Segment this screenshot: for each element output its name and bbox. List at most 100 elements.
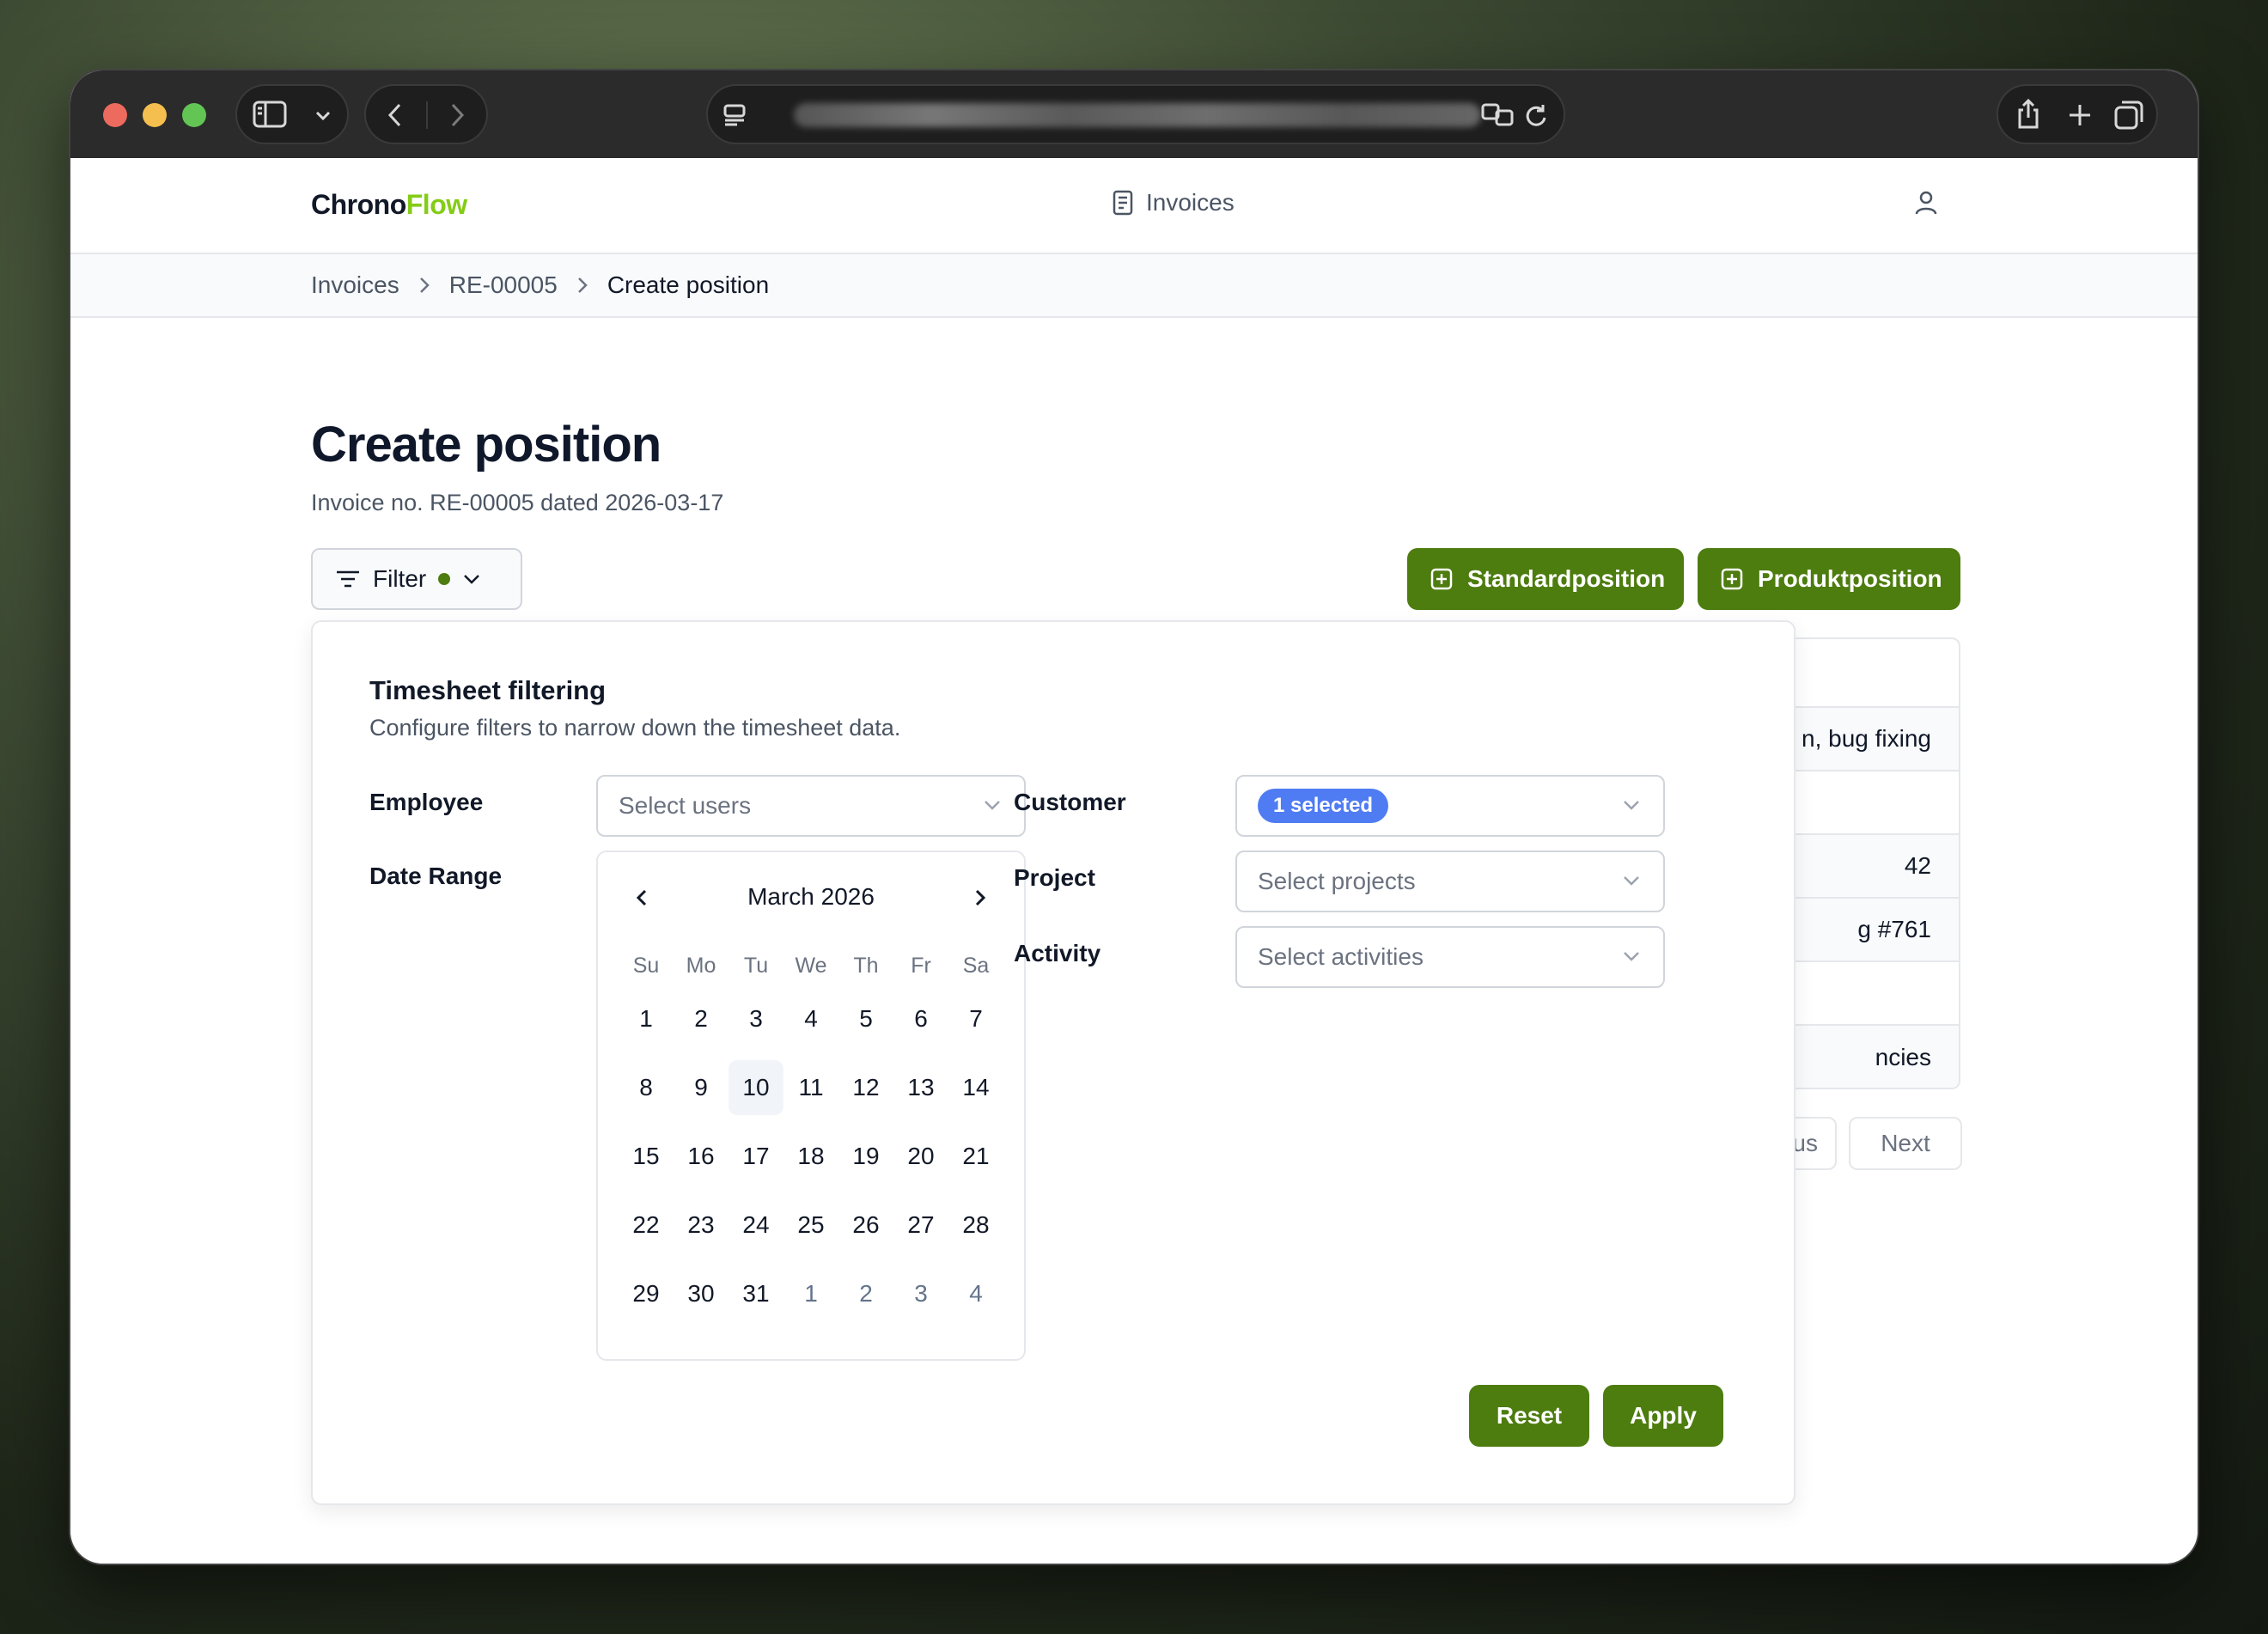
product-position-label: Produktposition [1758,565,1942,592]
calendar-day[interactable]: 10 [729,1060,783,1115]
calendar-day[interactable]: 12 [838,1060,893,1115]
calendar-day[interactable]: 3 [729,991,783,1046]
calendar-day[interactable]: 11 [783,1060,838,1115]
customer-selected-badge: 1 selected [1258,789,1389,823]
history-navigation [364,84,488,144]
calendar-day[interactable]: 6 [893,991,948,1046]
translate-icon[interactable] [1481,102,1515,128]
breadcrumb-current: Create position [607,271,770,298]
chevron-down-icon[interactable] [314,110,332,122]
calendar-day-outside-month[interactable]: 1 [783,1266,838,1321]
customer-select[interactable]: 1 selected [1235,775,1665,837]
zoom-window-button[interactable] [182,103,206,127]
calendar-day[interactable]: 22 [619,1198,674,1253]
calendar-day[interactable]: 18 [783,1129,838,1184]
calendar-day[interactable]: 9 [674,1060,729,1115]
calendar-day[interactable]: 5 [838,991,893,1046]
calendar-day[interactable]: 30 [674,1266,729,1321]
calendar-day[interactable]: 17 [729,1129,783,1184]
app-logo[interactable]: ChronoFlow [311,189,467,221]
calendar-weekday-header: Su Mo Tu We Th Fr Sa [619,954,1003,991]
plus-square-icon [1721,568,1743,590]
share-icon[interactable] [2015,98,2041,131]
blurred-url [794,103,1481,127]
window-controls [103,103,206,127]
calendar-weeks: 1 2 3 4 5 6 7 8 9 10 11 12 13 14 15 16 17 18 19 20 21 22 23 24 2… [619,991,1003,1321]
new-tab-icon[interactable] [2067,102,2093,128]
calendar-day[interactable]: 19 [838,1129,893,1184]
calendar-day[interactable]: 15 [619,1129,674,1184]
next-month-button[interactable] [974,888,986,912]
calendar-day[interactable]: 28 [948,1198,1003,1253]
chevron-down-icon [985,801,1000,810]
breadcrumb-invoices[interactable]: Invoices [311,271,399,299]
employee-select[interactable]: Select users [596,775,1026,837]
weekday-label: Fr [911,954,931,978]
address-bar[interactable] [706,84,1565,144]
minimize-window-button[interactable] [143,103,167,127]
close-window-button[interactable] [103,103,127,127]
chevron-down-icon [1624,952,1639,961]
project-select[interactable]: Select projects [1235,851,1665,912]
breadcrumb-bar: Invoices RE-00005 Create position [70,254,2198,318]
filter-button-label: Filter [373,565,427,592]
user-menu-button[interactable] [1914,189,1938,221]
calendar-day[interactable]: 25 [783,1198,838,1253]
calendar-day[interactable]: 26 [838,1198,893,1253]
calendar-grid: Su Mo Tu We Th Fr Sa 1 2 3 4 5 6 7 8 9 10 11 12 13 14… [619,954,1003,1321]
calendar-week: 1234567 [619,991,1003,1046]
calendar-day[interactable]: 24 [729,1198,783,1253]
activity-label: Activity [1014,940,1101,966]
logo-text-primary: Chrono [311,189,406,220]
calendar-week: 8 9 10 11 12 13 14 [619,1060,1003,1115]
calendar-day[interactable]: 21 [948,1129,1003,1184]
add-product-position-button[interactable]: Produktposition [1698,548,1960,610]
activity-select-placeholder: Select activities [1258,943,1424,970]
activity-select[interactable]: Select activities [1235,926,1665,988]
chevron-down-icon [464,575,480,584]
standard-position-label: Standardposition [1467,565,1666,592]
back-arrow-icon[interactable] [387,102,404,128]
calendar-day[interactable]: 4 [783,991,838,1046]
reset-button[interactable]: Reset [1469,1385,1589,1447]
logo-text-accent: Flow [405,189,467,220]
calendar-day-outside-month[interactable]: 3 [893,1266,948,1321]
forward-arrow-icon[interactable] [448,102,466,128]
calendar-day[interactable]: 20 [893,1129,948,1184]
filter-panel-title: Timesheet filtering [369,675,607,705]
apply-button[interactable]: Apply [1603,1385,1723,1447]
date-range-calendar: March 2026 Su Mo Tu We Th Fr Sa 12345678… [596,851,1026,1361]
reload-icon[interactable] [1524,102,1548,128]
calendar-day[interactable]: 7 [948,991,1003,1046]
date-range-label: Date Range [369,863,503,889]
project-select-placeholder: Select projects [1258,868,1416,894]
add-standard-position-button[interactable]: Standardposition [1407,548,1684,610]
breadcrumb-invoice-number[interactable]: RE-00005 [449,271,558,299]
document-icon [1113,190,1133,216]
calendar-day[interactable]: 14 [948,1060,1003,1115]
tab-overview-icon[interactable] [2113,100,2144,131]
calendar-day-outside-month[interactable]: 4 [948,1266,1003,1321]
calendar-day[interactable]: 29 [619,1266,674,1321]
browser-actions [1997,84,2158,144]
calendar-day-outside-month[interactable]: 2 [838,1266,893,1321]
sidebar-toggle[interactable] [235,84,349,144]
page-settings-icon[interactable] [722,102,747,128]
calendar-day[interactable]: 1 [619,991,674,1046]
calendar-day[interactable]: 27 [893,1198,948,1253]
calendar-day[interactable]: 16 [674,1129,729,1184]
calendar-day[interactable]: 23 [674,1198,729,1253]
nav-invoices-label: Invoices [1146,189,1235,216]
filter-button[interactable]: Filter [311,548,522,610]
calendar-day[interactable]: 8 [619,1060,674,1115]
chevron-right-icon [577,277,588,293]
calendar-week: 22 23 24 25 26 27 28 [619,1198,1003,1253]
browser-window: ChronoFlow Invoices Invoices RE-00005 Cr… [69,69,2199,1565]
nav-invoices-link[interactable]: Invoices [1112,189,1235,216]
filter-icon [337,570,359,588]
calendar-day[interactable]: 2 [674,991,729,1046]
calendar-day[interactable]: 13 [893,1060,948,1115]
calendar-day[interactable]: 31 [729,1266,783,1321]
customer-label: Customer [1014,789,1126,815]
pagination-next-button[interactable]: Next [1849,1117,1962,1170]
